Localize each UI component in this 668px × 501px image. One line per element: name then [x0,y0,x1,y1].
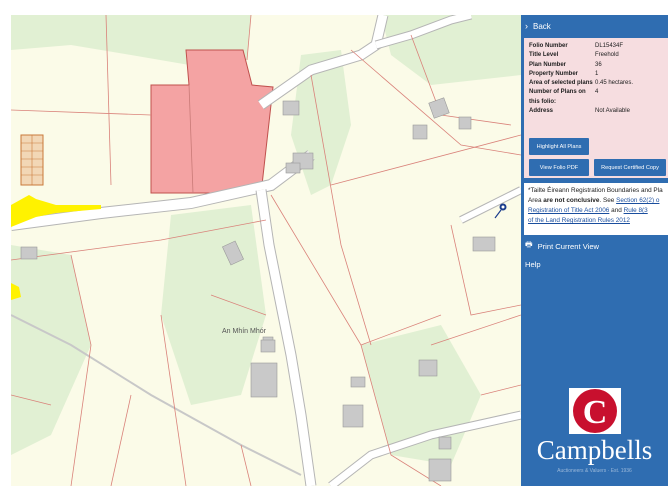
campbells-logo: C Campbells Auctioneers & Valuers · Est.… [521,382,668,482]
map-view[interactable]: An Mhín Mhór [11,15,521,486]
info-row-property-number: Property Number 1 [529,70,668,79]
view-folio-pdf-button[interactable]: View Folio PDF [529,159,589,176]
rule-8-link-cont[interactable]: of the Land Registration Rules 2012 [528,217,630,224]
note-line-1: *Tailte Éireann Registration Boundaries … [528,187,663,194]
info-key: Folio Number [529,43,568,49]
map-canvas[interactable] [11,15,521,486]
note-line-2: Area are not conclusive. See Section 62(… [528,197,660,204]
note-line-4: of the Land Registration Rules 2012 [528,216,668,226]
print-label: Print Current View [537,241,600,251]
section-62-link-cont[interactable]: Registration of Title Act 2006 [528,207,609,214]
building [285,162,301,174]
building [412,124,428,140]
info-row-plan-number: Plan Number 36 [529,61,668,70]
help-link[interactable]: Help [521,255,668,273]
help-label: Help [525,259,541,269]
info-key: Number of Plans on this folio: [529,89,586,105]
info-value: Freehold [595,52,619,59]
request-certified-copy-button[interactable]: Request Certified Copy [594,159,666,176]
info-row-title-level: Title Level Freehold [529,51,668,60]
logo-emblem-icon: C [569,388,621,434]
rule-8-link[interactable]: Rule 8(3 [624,207,648,214]
logo-letter: C [583,394,608,431]
info-row-area: Area of selected plans 0.45 hectares. [529,79,668,88]
info-key: Plan Number [529,61,567,68]
note-line-3: Registration of Title Act 2006 and Rule … [528,207,648,214]
place-label: An Mhín Mhór [222,328,266,335]
building [250,362,278,398]
building [20,246,38,260]
info-key: Title Level [529,52,559,59]
back-label: Back [533,21,551,31]
building [438,436,452,450]
info-key: Area of selected plans [529,80,593,87]
highlight-all-plans-button[interactable]: Highlight All Plans [529,138,589,155]
chevron-right-icon: › [525,21,528,31]
info-value: 1 [595,70,599,77]
back-button[interactable]: › Back [521,15,668,37]
logo-text: Campbells [536,435,653,465]
info-value: 36 [595,61,602,68]
building [418,359,438,377]
building [260,339,276,353]
logo-tagline: Auctioneers & Valuers · Est. 1936 [557,468,632,474]
printer-icon: 🖶 [525,240,533,249]
building [428,458,452,482]
building [282,100,300,116]
disclaimer-note: *Tailte Éireann Registration Boundaries … [524,183,668,235]
info-row-folio: Folio Number DL15434F [529,42,668,51]
building [472,236,496,252]
folio-info-box: Folio Number DL15434F Title Level Freehold… [524,38,668,178]
section-62-link[interactable]: Section 62(2) o [616,197,659,204]
info-row-address: Address Not Available [529,107,668,116]
building [350,376,366,388]
building [458,116,472,130]
print-current-view-button[interactable]: 🖶 Print Current View [521,237,668,255]
info-value: DL15434F [595,43,624,49]
info-key: Address [529,108,554,115]
info-row-plan-count: Number of Plans on this folio: 4 [529,88,668,107]
info-value: 4 [595,89,599,96]
info-value: Not Available [595,108,630,115]
building [342,404,364,428]
info-panel: › Back Folio Number DL15434F Title Level F… [521,15,668,486]
info-key: Property Number [529,70,579,77]
info-value: 0.45 hectares. [595,80,634,87]
